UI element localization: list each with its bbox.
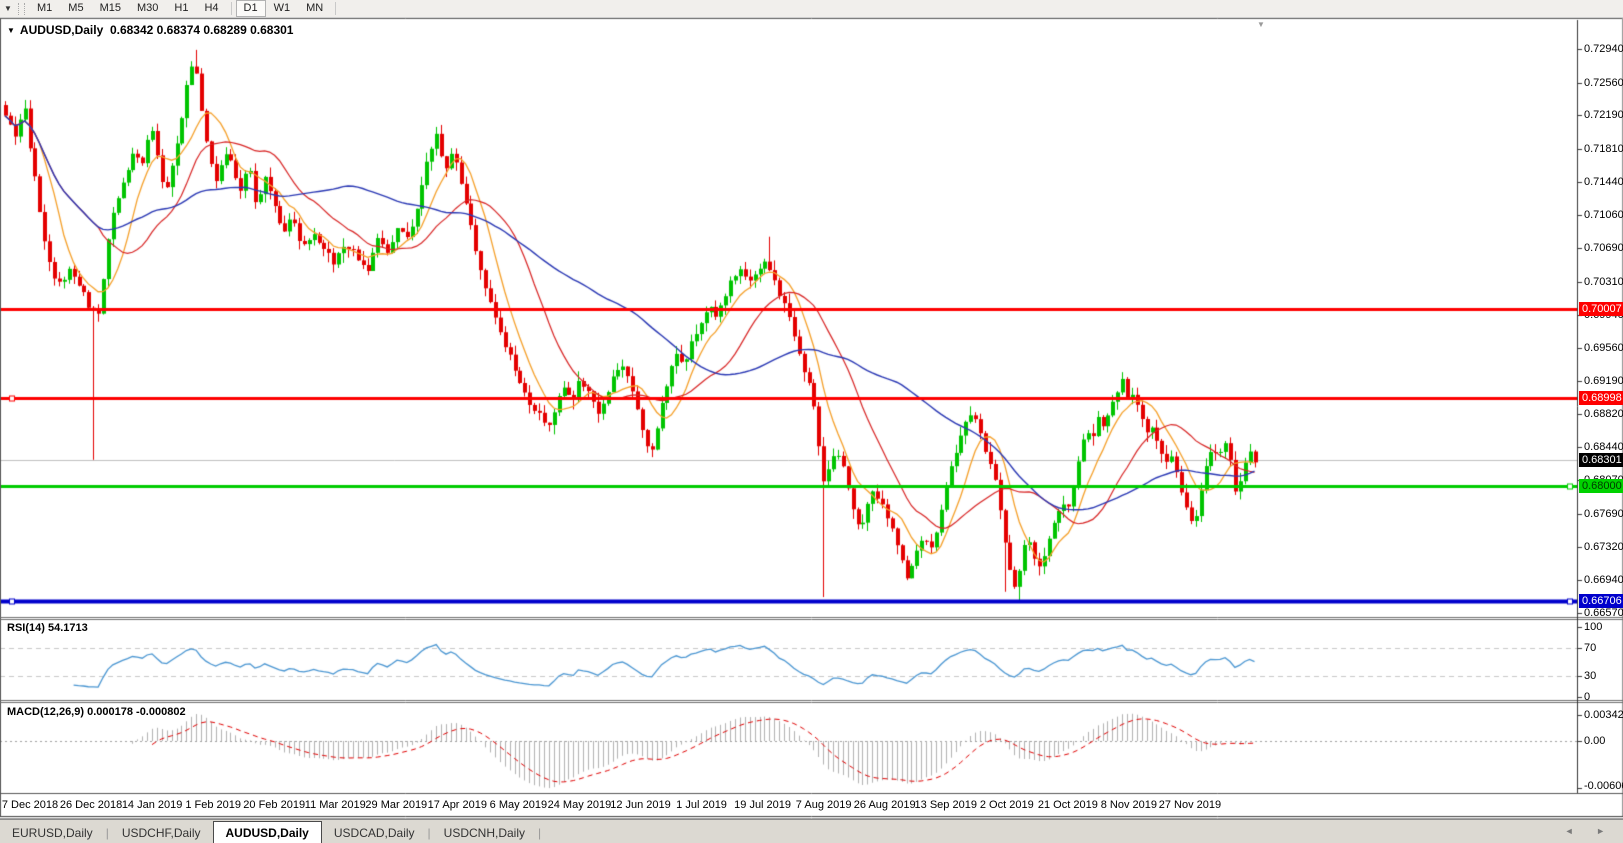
toolbar-separator [335,2,336,15]
toolbar-separator [231,2,232,15]
timeframe-toolbar: ▼ M1M5M15M30H1H4 D1W1MN [0,0,1623,18]
tab-usdcad[interactable]: USDCAD,Daily [322,823,427,843]
timeframe-button-h4[interactable]: H4 [196,0,226,17]
symbol-tab-bar: EURUSD,Daily|USDCHF,DailyAUDUSD,DailyUSD… [0,819,1623,843]
toolbar-dropdown-icon[interactable]: ▼ [0,4,16,13]
timeframe-buttons: M1M5M15M30H1H4 D1W1MN [29,0,340,17]
timeframe-button-w1[interactable]: W1 [266,0,299,17]
timeframe-button-h1[interactable]: H1 [166,0,196,17]
timeframe-button-d1[interactable]: D1 [236,0,266,17]
timeframe-button-mn[interactable]: MN [298,0,331,17]
tab-usdchf[interactable]: USDCHF,Daily [110,823,213,843]
price-chart-canvas[interactable] [0,0,1623,843]
timeframe-button-m5[interactable]: M5 [60,0,91,17]
timeframe-button-m1[interactable]: M1 [29,0,60,17]
toolbar-grip-handle[interactable] [18,3,25,15]
tab-eurusd[interactable]: EURUSD,Daily [0,823,105,843]
timeframe-button-m15[interactable]: M15 [92,0,129,17]
tab-audusd[interactable]: AUDUSD,Daily [213,821,322,843]
terminal-window: ▼ M1M5M15M30H1H4D1W1MN ▼AUDUSD,Daily 0.6… [0,0,1623,843]
tab-separator: | [537,826,542,843]
tab-scroll-arrows[interactable]: ◄ ► [1565,826,1615,836]
tab-usdcnh[interactable]: USDCNH,Daily [432,823,537,843]
timeframe-button-m30[interactable]: M30 [129,0,166,17]
